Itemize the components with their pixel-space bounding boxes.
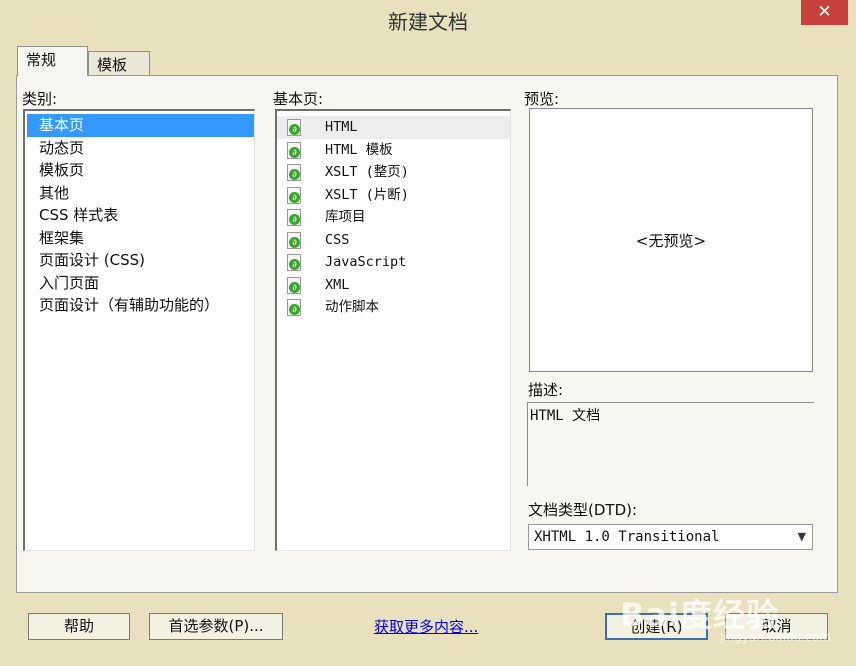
file-type-actionscript[interactable]: ∂ 动作脚本 [277,296,510,319]
create-button[interactable]: 创建(R) [605,613,708,640]
tab-general-label: 常规 [26,51,57,69]
cancel-button[interactable]: 取消 [725,613,828,640]
file-type-xslt-fragment[interactable]: ∂ XSLT (片断) [277,184,510,207]
preferences-button[interactable]: 首选参数(P)... [149,613,283,640]
category-item-page-design-css[interactable]: 页面设计 (CSS) [27,249,254,272]
basic-page-list[interactable]: ∂ HTML ∂ HTML 模板 ∂ XSLT (整页) ∂ XSLT (片断)… [275,109,511,551]
preview-area: <无预览> [529,108,813,372]
file-type-label: JavaScript [325,254,407,270]
file-type-label: HTML [325,119,358,135]
category-label: 类别: [22,90,58,108]
no-preview-text: <无预览> [635,231,707,250]
dreamweaver-file-icon: ∂ [287,141,301,159]
file-type-library-item[interactable]: ∂ 库项目 [277,206,510,229]
dreamweaver-file-icon: ∂ [287,119,301,136]
file-type-html[interactable]: ∂ HTML [277,116,510,139]
title-bar: 新建文档 ✕ [0,0,856,40]
dreamweaver-file-icon: ∂ [287,276,301,294]
file-type-label: CSS [325,231,350,248]
dreamweaver-file-icon: ∂ [287,186,301,204]
file-type-label: 库项目 [325,209,366,225]
chevron-down-icon: ▼ [797,530,806,543]
description-label: 描述: [528,381,564,399]
tab-templates[interactable]: 模板 [88,51,150,78]
dreamweaver-file-icon: ∂ [287,231,301,249]
file-type-label: XML [325,276,350,293]
file-type-label: XSLT (片断) [325,186,409,203]
file-type-xslt-full[interactable]: ∂ XSLT (整页) [277,161,510,184]
more-content-link[interactable]: 获取更多内容... [374,616,478,637]
file-type-css[interactable]: ∂ CSS [277,229,510,252]
dreamweaver-file-icon: ∂ [287,164,301,181]
category-item-dynamic[interactable]: 动态页 [27,137,254,160]
file-type-xml[interactable]: ∂ XML [277,274,510,297]
file-type-label: HTML 模板 [325,141,393,158]
close-button[interactable]: ✕ [801,0,848,25]
basic-page-label: 基本页: [273,90,324,108]
description-box: HTML 文档 [527,402,814,486]
doctype-label: 文档类型(DTD): [528,501,638,519]
category-item-frameset[interactable]: 框架集 [27,227,254,250]
close-icon: ✕ [817,2,832,22]
doctype-select[interactable]: XHTML 1.0 Transitional ▼ [528,524,813,550]
file-type-label: XSLT (整页) [325,164,409,180]
doctype-value: XHTML 1.0 Transitional [534,529,720,545]
category-item-css[interactable]: CSS 样式表 [27,204,254,227]
tab-templates-label: 模板 [97,56,128,74]
dreamweaver-file-icon: ∂ [287,299,301,316]
category-item-basic[interactable]: 基本页 [27,114,254,137]
tab-general[interactable]: 常规 [17,46,88,76]
description-text: HTML 文档 [530,408,601,424]
file-type-label: 动作脚本 [325,299,379,315]
category-item-other[interactable]: 其他 [27,182,254,205]
file-type-html-template[interactable]: ∂ HTML 模板 [277,139,510,162]
help-button[interactable]: 帮助 [28,613,130,640]
category-item-template[interactable]: 模板页 [27,159,254,182]
dreamweaver-file-icon: ∂ [287,209,301,226]
category-list[interactable]: 基本页 动态页 模板页 其他 CSS 样式表 框架集 页面设计 (CSS) 入门… [23,109,255,551]
category-item-starter[interactable]: 入门页面 [27,272,254,295]
dreamweaver-file-icon: ∂ [287,254,301,271]
window-title: 新建文档 [388,10,468,34]
file-type-javascript[interactable]: ∂ JavaScript [277,251,510,274]
category-item-accessible[interactable]: 页面设计（有辅助功能的） [27,294,254,317]
preview-label: 预览: [524,90,560,108]
